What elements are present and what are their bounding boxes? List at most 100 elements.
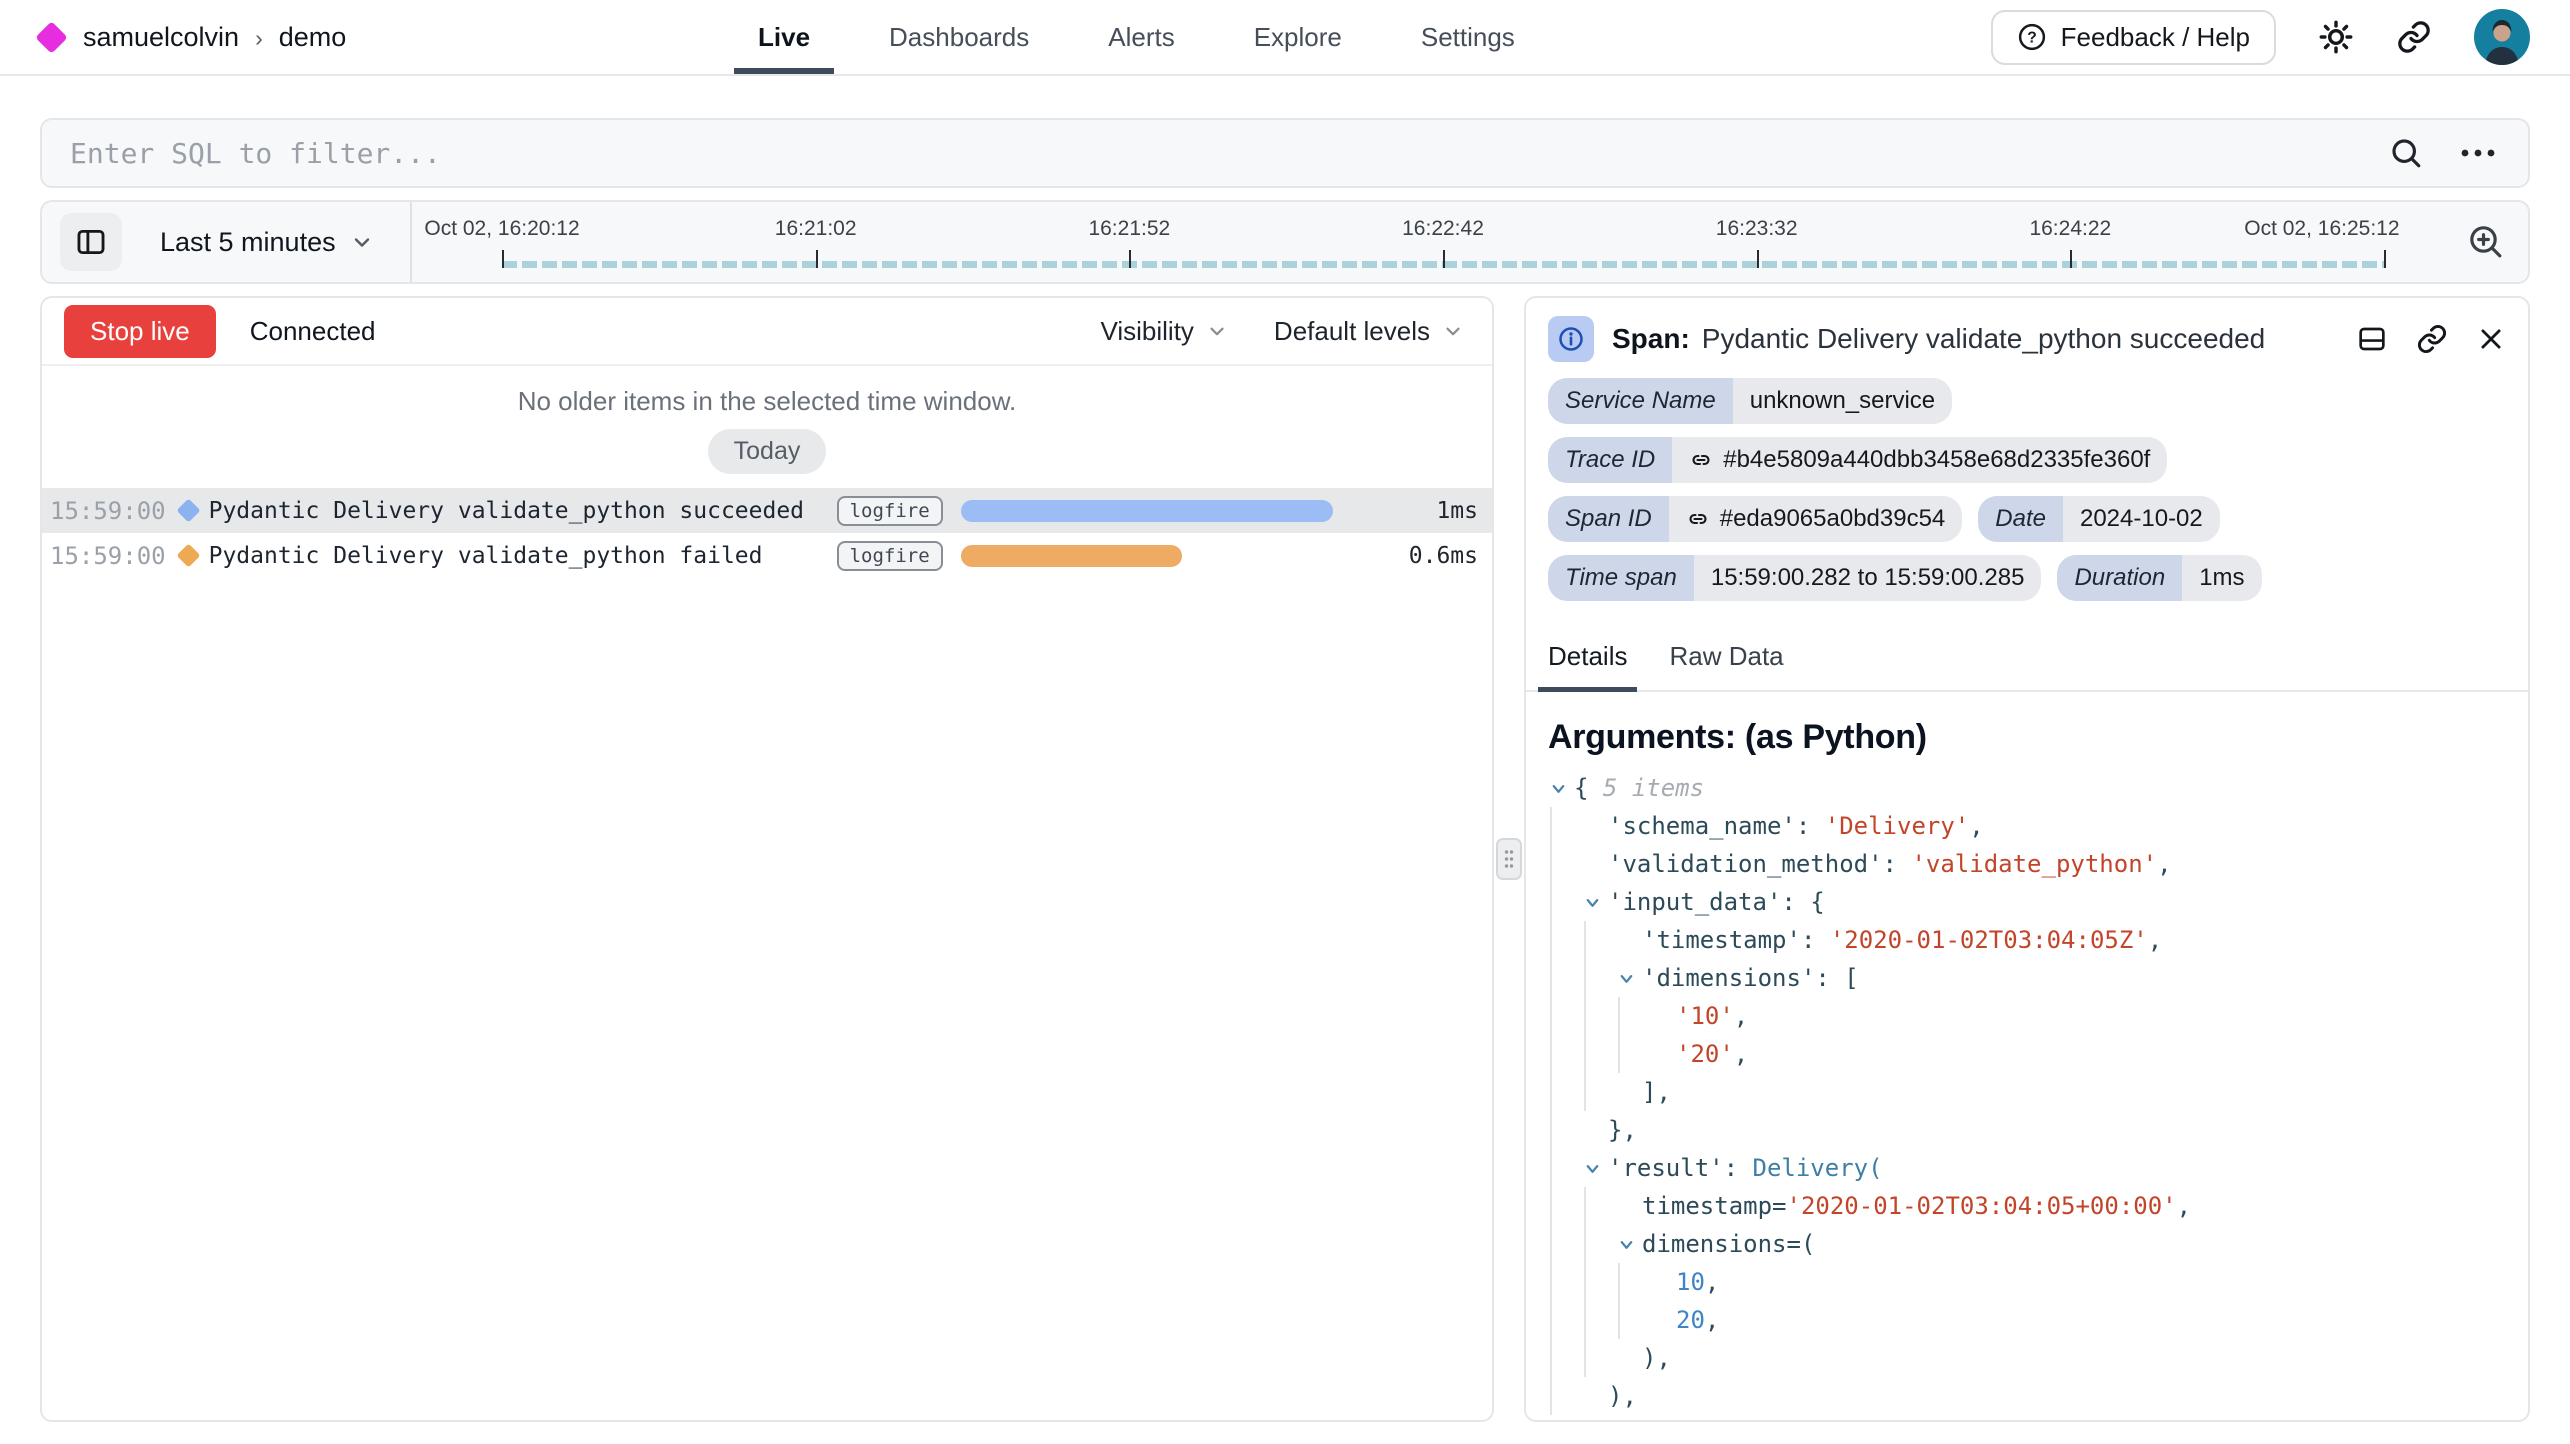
sidebar-toggle-button[interactable]	[60, 213, 122, 271]
code-token: :	[1801, 921, 1830, 959]
timeline-tick-mark	[1129, 250, 1131, 268]
dock-bottom-button[interactable]	[2356, 323, 2388, 355]
timeline-tick-label: Oct 02, 16:25:12	[2244, 217, 2399, 241]
code-line: '10',	[1550, 997, 2504, 1035]
log-row[interactable]: 15:59:00 Pydantic Delivery validate_pytho…	[42, 533, 1492, 578]
timeline-tick-mark	[816, 250, 818, 268]
indent-guide	[1584, 959, 1618, 997]
tab-alerts[interactable]: Alerts	[1108, 0, 1174, 74]
panel-gutter	[1494, 296, 1524, 1422]
link-icon[interactable]	[1686, 507, 1710, 531]
default-levels-dropdown[interactable]: Default levels	[1274, 316, 1464, 347]
close-icon	[2476, 324, 2506, 354]
filter-options-button[interactable]	[2458, 147, 2498, 159]
indent-guide	[1550, 921, 1584, 959]
info-icon	[1548, 316, 1594, 362]
tab-settings[interactable]: Settings	[1421, 0, 1515, 74]
tab-live[interactable]: Live	[758, 0, 810, 74]
log-message: Pydantic Delivery validate_python failed	[209, 543, 821, 569]
tab-raw-data[interactable]: Raw Data	[1669, 633, 1783, 690]
share-link-button[interactable]	[2396, 19, 2432, 55]
code-line: dimensions=(	[1550, 1225, 2504, 1263]
breadcrumb-separator-icon: ›	[255, 25, 263, 52]
collapse-caret-icon[interactable]	[1584, 883, 1608, 921]
close-panel-button[interactable]	[2476, 323, 2506, 355]
attribute-value: #eda9065a0bd39c54	[1669, 496, 1963, 542]
tab-details[interactable]: Details	[1548, 633, 1627, 690]
attribute-badge-row: Span ID#eda9065a0bd39c54Date2024-10-02	[1548, 496, 2506, 542]
indent-guide	[1550, 1377, 1584, 1415]
indent-guide	[1584, 1073, 1618, 1111]
log-timestamp: 15:59:00	[50, 542, 166, 570]
tab-dashboards[interactable]: Dashboards	[889, 0, 1029, 74]
dock-bottom-icon	[2356, 323, 2388, 355]
visibility-dropdown-label: Visibility	[1100, 316, 1193, 347]
indent-guide	[1550, 1187, 1584, 1225]
indent-guide	[1550, 1149, 1584, 1187]
duration-label: 1ms	[1388, 498, 1478, 524]
duration-bar[interactable]	[961, 500, 1333, 522]
timeline-tick-label: 16:23:32	[1716, 217, 1798, 241]
duration-bar-track	[961, 500, 1370, 522]
code-token: :	[1724, 1149, 1753, 1187]
collapse-caret-icon[interactable]	[1618, 1225, 1642, 1263]
search-button[interactable]	[2388, 135, 2424, 171]
timeline-tick-label: 16:24:22	[2029, 217, 2111, 241]
attribute-label: Service Name	[1548, 378, 1733, 424]
tab-explore[interactable]: Explore	[1254, 0, 1342, 74]
collapse-caret-icon[interactable]	[1618, 959, 1642, 997]
visibility-dropdown[interactable]: Visibility	[1100, 316, 1227, 347]
copy-link-button[interactable]	[2416, 323, 2448, 355]
code-token: 'timestamp'	[1642, 921, 1801, 959]
indent-guide	[1550, 845, 1584, 883]
code-token: 'result'	[1608, 1149, 1724, 1187]
code-line: 'result': Delivery(	[1550, 1149, 2504, 1187]
timeline[interactable]: Oct 02, 16:20:1216:21:0216:21:5216:22:42…	[502, 202, 2384, 282]
caret-spacer	[1652, 1301, 1676, 1339]
sun-icon	[2318, 19, 2354, 55]
log-row[interactable]: 15:59:00Pydantic Delivery validate_pytho…	[42, 488, 1492, 533]
indent-guide	[1550, 997, 1584, 1035]
feedback-help-button[interactable]: ? Feedback / Help	[1991, 10, 2276, 65]
indent-guide	[1584, 997, 1618, 1035]
link-icon[interactable]	[1689, 448, 1713, 472]
code-token: ,	[2157, 845, 2171, 883]
connection-status: Connected	[250, 316, 376, 347]
indent-guide	[1584, 1339, 1618, 1377]
breadcrumb-project[interactable]: demo	[279, 22, 347, 53]
theme-toggle-button[interactable]	[2318, 19, 2354, 55]
empty-window-message: No older items in the selected time wind…	[42, 386, 1492, 417]
panel-resize-handle[interactable]	[1496, 838, 1522, 880]
day-separator-badge[interactable]: Today	[708, 429, 827, 474]
log-timestamp: 15:59:00	[50, 497, 166, 525]
time-range-select[interactable]: Last 5 minutes	[160, 227, 374, 258]
live-feed-header: Stop live Connected Visibility Default l…	[42, 298, 1492, 366]
chevron-down-icon	[1442, 320, 1464, 342]
duration-bar[interactable]	[961, 545, 1182, 567]
logfire-logo-icon[interactable]	[35, 21, 68, 54]
breadcrumb-org[interactable]: samuelcolvin	[83, 22, 239, 53]
avatar[interactable]	[2474, 9, 2530, 65]
timeline-zoom-button[interactable]	[2466, 222, 2506, 262]
scope-badge: logfire	[837, 541, 943, 571]
span-title: Pydantic Delivery validate_python succee…	[1702, 323, 2342, 355]
attribute-badge-row: Time span15:59:00.282 to 15:59:00.285Dur…	[1548, 555, 2506, 601]
code-token: 20	[1676, 1301, 1705, 1339]
main-content: Stop live Connected Visibility Default l…	[40, 296, 2530, 1422]
collapse-caret-icon[interactable]	[1550, 769, 1574, 807]
breadcrumb: samuelcolvin › demo	[40, 22, 346, 53]
attribute-label: Duration	[2057, 555, 2182, 601]
code-line: ),	[1550, 1339, 2504, 1377]
collapse-caret-icon[interactable]	[1584, 1149, 1608, 1187]
code-token: ,	[1705, 1301, 1719, 1339]
question-circle-icon: ?	[2017, 22, 2047, 52]
attribute-label: Date	[1978, 496, 2063, 542]
code-token: :	[1796, 807, 1825, 845]
duration-bar-track	[961, 545, 1370, 567]
sql-filter-input[interactable]	[70, 137, 2388, 170]
app-header: samuelcolvin › demo Live Dashboards Alerts…	[0, 0, 2570, 76]
indent-guide	[1618, 1263, 1652, 1301]
indent-guide	[1550, 1035, 1584, 1073]
code-token: ,	[1705, 1263, 1719, 1301]
stop-live-button[interactable]: Stop live	[64, 305, 216, 358]
